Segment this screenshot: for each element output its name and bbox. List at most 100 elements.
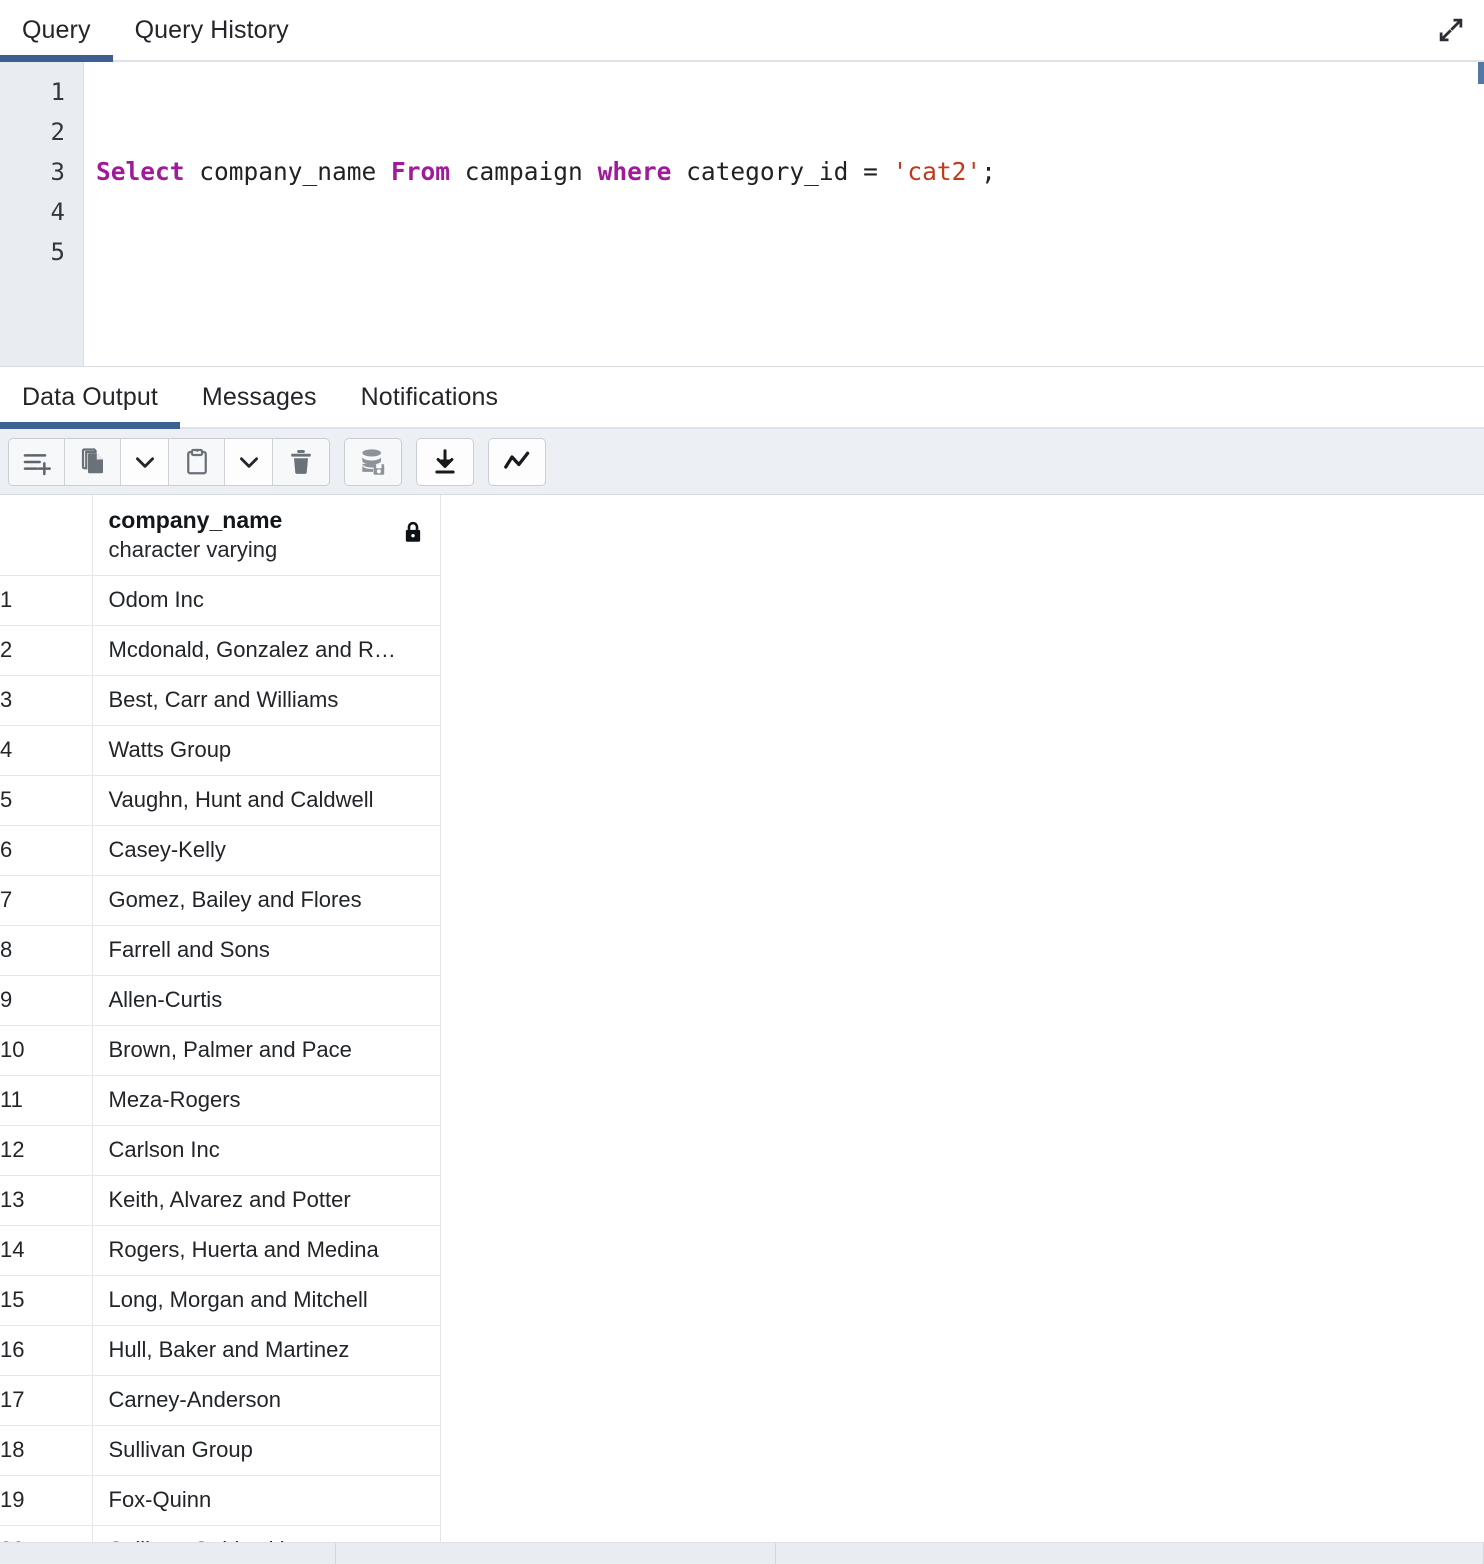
cell-company-name[interactable]: Long, Morgan and Mitchell [92,1275,441,1326]
cell-company-name[interactable]: Keith, Alvarez and Potter [92,1175,441,1226]
row-number: 1 [0,575,93,626]
save-data-group [344,437,402,486]
cell-company-name[interactable]: Mcdonald, Gonzalez and R… [92,625,441,676]
table-row[interactable]: 3 Best, Carr and Williams [0,675,441,726]
scrollbar-thumb[interactable] [336,1543,776,1564]
row-number: 12 [0,1125,93,1176]
save-data-icon [357,446,389,478]
table-row[interactable]: 11 Meza-Rogers [0,1075,441,1126]
tab-data-output[interactable]: Data Output [0,367,180,429]
table-row[interactable]: 7 Gomez, Bailey and Flores [0,875,441,926]
table-row[interactable]: 12 Carlson Inc [0,1125,441,1176]
cell-company-name[interactable]: Fox-Quinn [92,1475,441,1526]
column-header-company-name[interactable]: company_name character varying [92,495,441,576]
table-row[interactable]: 18 Sullivan Group [0,1425,441,1476]
data-output-grid[interactable]: company_name character varying 1 Odom In… [0,495,1484,1564]
cell-company-name[interactable]: Rogers, Huerta and Medina [92,1225,441,1276]
row-number: 7 [0,875,93,926]
expand-panel-button[interactable] [1418,0,1484,60]
table-row[interactable]: 13 Keith, Alvarez and Potter [0,1175,441,1226]
copy-icon [78,447,108,477]
table-row[interactable]: 4 Watts Group [0,725,441,776]
table-row[interactable]: 19 Fox-Quinn [0,1475,441,1526]
graph-visualiser-button[interactable] [489,438,545,485]
graph-visualiser-group [488,437,546,486]
data-grid-toolbar [0,429,1484,495]
row-number: 14 [0,1225,93,1276]
scrollbar-track-right[interactable] [776,1543,1484,1564]
add-row-button[interactable] [9,438,65,485]
cell-company-name[interactable]: Hull, Baker and Martinez [92,1325,441,1376]
table-row[interactable]: 10 Brown, Palmer and Pace [0,1025,441,1076]
copy-options-button[interactable] [121,438,169,485]
results-table: company_name character varying 1 Odom In… [0,495,441,1564]
row-number: 3 [0,675,93,726]
cell-company-name[interactable]: Odom Inc [92,575,441,626]
copy-button[interactable] [65,438,121,485]
table-row[interactable]: 17 Carney-Anderson [0,1375,441,1426]
cell-company-name[interactable]: Allen-Curtis [92,975,441,1026]
tab-messages[interactable]: Messages [180,367,339,427]
table-row[interactable]: 5 Vaughn, Hunt and Caldwell [0,775,441,826]
download-results-button[interactable] [417,438,473,485]
row-number-header [0,495,93,576]
delete-row-button[interactable] [273,438,329,485]
row-number: 6 [0,825,93,876]
tab-data-output-label: Data Output [22,382,158,411]
tab-notifications[interactable]: Notifications [339,367,520,427]
pgadmin-query-tool: Query Query History 1 2 3 4 5 Select com [0,0,1484,1564]
query-tab-bar: Query Query History [0,0,1484,62]
cell-company-name[interactable]: Sullivan Group [92,1425,441,1476]
lock-icon [400,519,426,551]
row-number: 19 [0,1475,93,1526]
scrollbar-segment-left[interactable] [0,1543,336,1564]
sql-token: campaign [450,157,598,186]
editor-vertical-scrollbar[interactable] [1478,62,1484,84]
tab-query-history[interactable]: Query History [113,0,311,60]
paste-icon [182,447,212,477]
cell-company-name[interactable]: Best, Carr and Williams [92,675,441,726]
sql-token: 'cat2' [892,157,982,186]
table-row[interactable]: 14 Rogers, Huerta and Medina [0,1225,441,1276]
sql-code-area[interactable]: Select company_name From campaign where … [84,62,1484,366]
table-header-row: company_name character varying [0,495,441,576]
cell-company-name[interactable]: Gomez, Bailey and Flores [92,875,441,926]
sql-token: ; [981,157,996,186]
column-header-type: character varying [108,536,278,562]
row-number: 15 [0,1275,93,1326]
cell-company-name[interactable]: Meza-Rogers [92,1075,441,1126]
cell-company-name[interactable]: Vaughn, Hunt and Caldwell [92,775,441,826]
tab-query[interactable]: Query [0,0,113,62]
sql-token: company_name [184,157,392,186]
results-table-body: 1 Odom Inc 2 Mcdonald, Gonzalez and R… 3… [0,575,441,1564]
sql-editor[interactable]: 1 2 3 4 5 Select company_name From campa… [0,62,1484,367]
sql-token: Select [96,157,185,186]
paste-options-button[interactable] [225,438,273,485]
cell-company-name[interactable]: Farrell and Sons [92,925,441,976]
cell-company-name[interactable]: Casey-Kelly [92,825,441,876]
save-data-changes-button[interactable] [345,438,401,485]
cell-company-name[interactable]: Watts Group [92,725,441,776]
table-row[interactable]: 8 Farrell and Sons [0,925,441,976]
sql-token: where [597,157,672,186]
paste-button[interactable] [169,438,225,485]
result-tab-bar: Data Output Messages Notifications [0,367,1484,429]
table-row[interactable]: 15 Long, Morgan and Mitchell [0,1275,441,1326]
cell-company-name[interactable]: Carlson Inc [92,1125,441,1176]
table-row[interactable]: 1 Odom Inc [0,575,441,626]
table-row[interactable]: 6 Casey-Kelly [0,825,441,876]
row-number: 11 [0,1075,93,1126]
table-row[interactable]: 9 Allen-Curtis [0,975,441,1026]
table-row[interactable]: 16 Hull, Baker and Martinez [0,1325,441,1376]
cell-company-name[interactable]: Carney-Anderson [92,1375,441,1426]
grid-horizontal-scrollbar[interactable] [0,1542,1484,1564]
chevron-down-icon [236,449,262,475]
sql-token: From [391,157,451,186]
expand-diagonal-icon [1436,15,1466,45]
line-number-gutter: 1 2 3 4 5 [0,62,84,366]
table-row[interactable]: 2 Mcdonald, Gonzalez and R… [0,625,441,676]
add-row-icon [21,446,53,478]
cell-company-name[interactable]: Brown, Palmer and Pace [92,1025,441,1076]
